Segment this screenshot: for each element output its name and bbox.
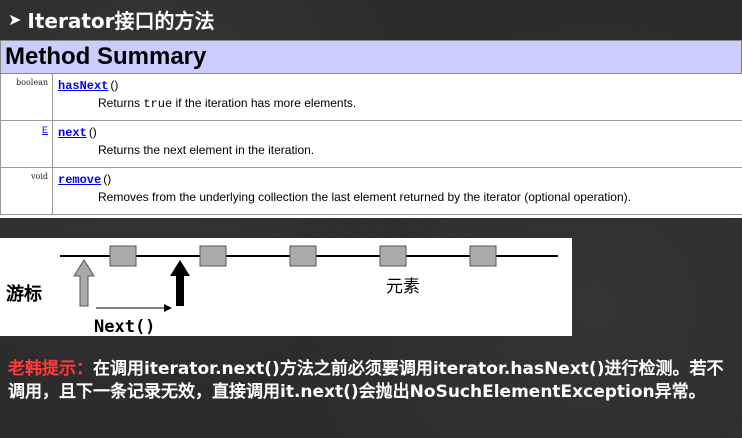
method-description: Removes from the underlying collection t…	[98, 190, 631, 204]
element-box	[289, 245, 317, 267]
method-parens: ()	[110, 78, 119, 92]
method-parens: ()	[88, 125, 97, 139]
method-description: Returns the next element in the iteratio…	[98, 143, 315, 157]
desc-prefix: Returns	[98, 96, 144, 110]
note-text: 在调用iterator.next()方法之前必须要调用iterator.hasN…	[8, 359, 724, 402]
method-modifier: boolean	[1, 74, 53, 120]
method-summary-header: Method Summary	[0, 40, 742, 74]
desc-suffix: if the iteration has more elements.	[172, 96, 357, 110]
method-parens: ()	[103, 172, 112, 186]
cursor-next-arrow-icon	[170, 260, 190, 306]
note-highlight: 老韩提示：	[8, 359, 93, 379]
cursor-label: 游标	[6, 283, 42, 305]
method-link-remove[interactable]: remove	[58, 173, 101, 187]
bullet-arrow-icon: ➤	[8, 9, 22, 29]
method-description: Returns true if the iteration has more e…	[98, 96, 742, 111]
element-box	[199, 245, 227, 267]
method-link-next[interactable]: next	[58, 126, 87, 140]
method-link-hasnext[interactable]: hasNext	[58, 79, 108, 93]
element-box	[379, 245, 407, 267]
bottom-note: 老韩提示：在调用iterator.next()方法之前必须要调用iterator…	[8, 358, 738, 404]
slide-title: ➤ Iterator接口的方法	[8, 4, 215, 34]
method-summary-table: Method Summary boolean hasNext() Returns…	[0, 40, 742, 218]
method-row-next: E next() Returns the next element in the…	[0, 121, 742, 168]
slide-title-text: Iterator接口的方法	[27, 8, 215, 33]
element-box	[109, 245, 137, 267]
iterator-diagram: 游标 元素 Next()	[0, 238, 572, 337]
element-label: 元素	[386, 277, 420, 297]
element-box	[469, 245, 497, 267]
method-modifier: E	[1, 121, 53, 167]
next-arrow-head-icon	[164, 304, 172, 312]
method-modifier: void	[1, 168, 53, 214]
cursor-arrow-icon	[73, 259, 95, 307]
method-row-remove: void remove() Removes from the underlyin…	[0, 168, 742, 215]
desc-code: true	[143, 97, 173, 111]
next-label: Next()	[94, 317, 155, 336]
method-row-hasnext: boolean hasNext() Returns true if the it…	[0, 74, 742, 121]
iterator-diagram-svg: 游标 元素 Next()	[6, 245, 558, 337]
